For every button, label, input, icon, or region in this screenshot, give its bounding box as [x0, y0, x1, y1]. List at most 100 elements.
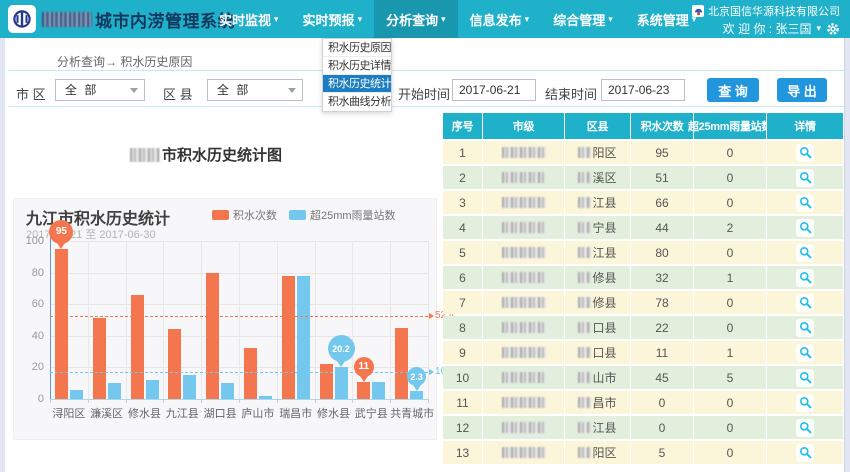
detail-view-button[interactable]: [796, 444, 814, 462]
company-name: 北京国信华源科技有限公司: [708, 3, 840, 19]
cell-water-count: 95: [631, 141, 693, 164]
chevron-down-icon[interactable]: ▾: [816, 23, 821, 34]
analysis-dropdown-menu: 积水历史原因积水历史详情积水历史统计积水曲线分析: [322, 38, 392, 112]
right-scrollbar-track[interactable]: [844, 38, 850, 472]
detail-view-button[interactable]: [796, 219, 814, 237]
chart-bar-orange: [320, 364, 333, 399]
gridline: [277, 241, 278, 399]
average-line: [50, 316, 428, 317]
cell-district: 宁县: [565, 216, 630, 239]
table-header-cell: 超25mm雨量站数: [694, 113, 766, 139]
blurred-district-prefix: [578, 447, 591, 458]
start-date-input[interactable]: [452, 79, 536, 101]
cell-detail: [767, 241, 843, 264]
dropdown-item-1[interactable]: 积水历史原因: [323, 39, 391, 57]
x-axis-label: 修水县: [315, 405, 353, 421]
detail-view-button[interactable]: [796, 194, 814, 212]
main-nav: 实时监视▾实时预报▾分析查询▾信息发布▾综合管理▾系统管理▾: [207, 0, 708, 38]
nav-item-label: 系统管理: [637, 10, 689, 29]
cell-district: 溪区: [565, 166, 630, 189]
detail-view-button[interactable]: [796, 269, 814, 287]
magnifier-icon: [799, 396, 812, 409]
magnifier-icon: [799, 346, 812, 359]
legend-item[interactable]: 积水次数: [212, 207, 277, 223]
cell-station-count: 0: [694, 141, 766, 164]
district-suffix: 江县: [592, 419, 616, 436]
detail-view-button[interactable]: [796, 294, 814, 312]
cell-detail: [767, 266, 843, 289]
blurred-district-prefix: [578, 247, 591, 258]
detail-view-button[interactable]: [796, 344, 814, 362]
district-select[interactable]: 全 部: [207, 79, 303, 101]
blurred-city-name: [502, 297, 546, 308]
detail-view-button[interactable]: [796, 419, 814, 437]
cell-station-count: 0: [694, 241, 766, 264]
table-header-cell: 序号: [443, 113, 482, 139]
cell-detail: [767, 191, 843, 214]
magnifier-icon: [799, 321, 812, 334]
blurred-city-prefix: [130, 148, 160, 162]
magnifier-icon: [799, 421, 812, 434]
dropdown-item-2[interactable]: 积水历史详情: [323, 57, 391, 75]
cell-water-count: 45: [631, 366, 693, 389]
cell-water-count: 5: [631, 441, 693, 464]
cell-city: [483, 216, 564, 239]
dropdown-item-4[interactable]: 积水曲线分析: [323, 93, 391, 111]
nav-item-2[interactable]: 实时预报▾: [291, 0, 375, 38]
cell-district: 江县: [565, 191, 630, 214]
dropdown-item-3[interactable]: 积水历史统计: [323, 75, 391, 93]
district-suffix: 江县: [592, 244, 616, 261]
cell-water-count: 66: [631, 191, 693, 214]
y-axis-tick-label: 60: [16, 298, 44, 310]
blurred-city-name: [502, 272, 546, 283]
chart-bar-orange: [168, 329, 181, 399]
detail-view-button[interactable]: [796, 319, 814, 337]
company-logo-icon: [692, 5, 704, 17]
nav-item-5[interactable]: 综合管理▾: [541, 0, 625, 38]
legend-item[interactable]: 超25mm雨量站数: [289, 207, 396, 223]
cell-serial-no: 5: [443, 241, 482, 264]
y-axis-tick-label: 80: [16, 267, 44, 279]
table-row: 6修县321: [443, 266, 838, 289]
cell-city: [483, 191, 564, 214]
detail-view-button[interactable]: [796, 144, 814, 162]
cell-serial-no: 3: [443, 191, 482, 214]
chart-bar-orange: [282, 276, 295, 399]
gear-icon[interactable]: [826, 22, 840, 36]
nav-item-3[interactable]: 分析查询▾: [374, 0, 458, 38]
cell-district: 口县: [565, 341, 630, 364]
blurred-district-prefix: [578, 422, 591, 433]
legend-label: 积水次数: [233, 207, 277, 223]
detail-view-button[interactable]: [796, 169, 814, 187]
cell-station-count: 0: [694, 391, 766, 414]
export-button[interactable]: 导 出: [777, 78, 827, 102]
magnifier-icon: [799, 221, 812, 234]
chart-legend: 积水次数超25mm雨量站数: [212, 207, 396, 223]
detail-view-button[interactable]: [796, 394, 814, 412]
welcome-user-text[interactable]: 欢 迎 你 : 张三国: [723, 20, 812, 37]
search-button[interactable]: 查 询: [707, 78, 759, 102]
cell-city: [483, 241, 564, 264]
cell-station-count: 0: [694, 191, 766, 214]
y-axis-tick-label: 100: [16, 235, 44, 247]
blurred-city-name: [502, 247, 546, 258]
table-header-cell: 区县: [565, 113, 630, 139]
cell-detail: [767, 341, 843, 364]
nav-item-1[interactable]: 实时监视▾: [207, 0, 291, 38]
cell-detail: [767, 366, 843, 389]
city-select[interactable]: 全 部: [55, 79, 145, 101]
blurred-district-prefix: [578, 222, 591, 233]
x-axis-line: [50, 399, 428, 400]
table-row: 2溪区510: [443, 166, 838, 189]
chart-bar-blue: [259, 396, 272, 399]
markpoint-balloon: 11: [354, 357, 374, 377]
end-date-input[interactable]: [601, 79, 685, 101]
nav-item-4[interactable]: 信息发布▾: [458, 0, 542, 38]
nav-item-label: 实时监视: [219, 10, 271, 29]
detail-view-button[interactable]: [796, 369, 814, 387]
detail-view-button[interactable]: [796, 244, 814, 262]
cell-station-count: 1: [694, 341, 766, 364]
blurred-district-prefix: [578, 272, 591, 283]
blurred-city-name: [502, 347, 546, 358]
table-row: 11昌市00: [443, 391, 838, 414]
